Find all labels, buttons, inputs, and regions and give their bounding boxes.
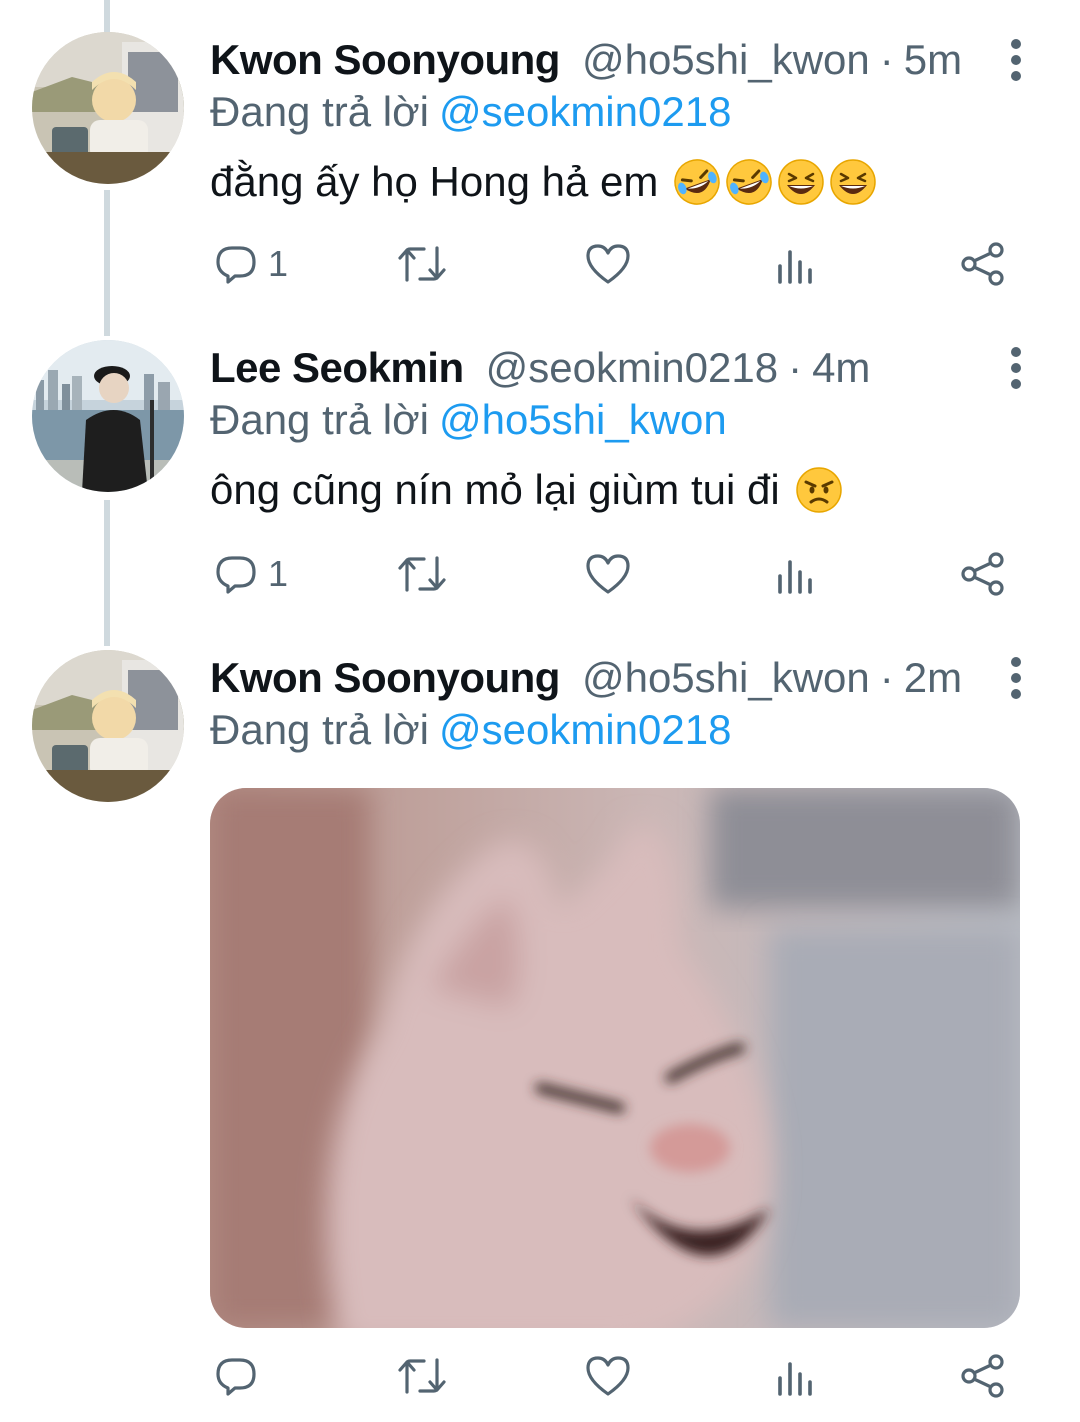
retweet-icon — [398, 1358, 446, 1394]
blurry-cat-photo — [210, 788, 1020, 1328]
tweet-header: Kwon Soonyoung @ho5shi_kwon · 2m — [210, 652, 962, 704]
avatar[interactable] — [32, 650, 184, 802]
conversation-timeline: Kwon Soonyoung @ho5shi_kwon · 5m Đang tr… — [0, 0, 1080, 1422]
analytics-icon — [778, 1362, 812, 1396]
avatar-image — [32, 650, 184, 802]
timestamp[interactable]: 2m — [904, 652, 962, 704]
share-button[interactable] — [960, 1346, 1006, 1406]
analytics-button[interactable] — [776, 1346, 816, 1406]
action-bar — [210, 1346, 1030, 1406]
user-handle[interactable]: @ho5shi_kwon — [582, 652, 870, 704]
more-vertical-icon[interactable] — [1000, 652, 1032, 704]
replying-label: Đang trả lời — [210, 706, 429, 753]
replying-to: Đang trả lời @seokmin0218 — [210, 704, 731, 756]
heart-icon — [586, 1356, 630, 1396]
reply-button[interactable] — [214, 1346, 268, 1406]
mention-link[interactable]: @seokmin0218 — [439, 706, 731, 753]
like-button[interactable] — [584, 1346, 632, 1406]
retweet-button[interactable] — [396, 1346, 448, 1406]
separator-dot: · — [879, 654, 894, 701]
display-name[interactable]: Kwon Soonyoung — [210, 652, 560, 704]
tweet-media-image[interactable] — [210, 788, 1020, 1328]
share-icon — [961, 1354, 1004, 1398]
tweet[interactable]: Kwon Soonyoung @ho5shi_kwon · 2m Đang tr… — [0, 0, 1080, 1422]
reply-icon — [216, 1358, 256, 1396]
